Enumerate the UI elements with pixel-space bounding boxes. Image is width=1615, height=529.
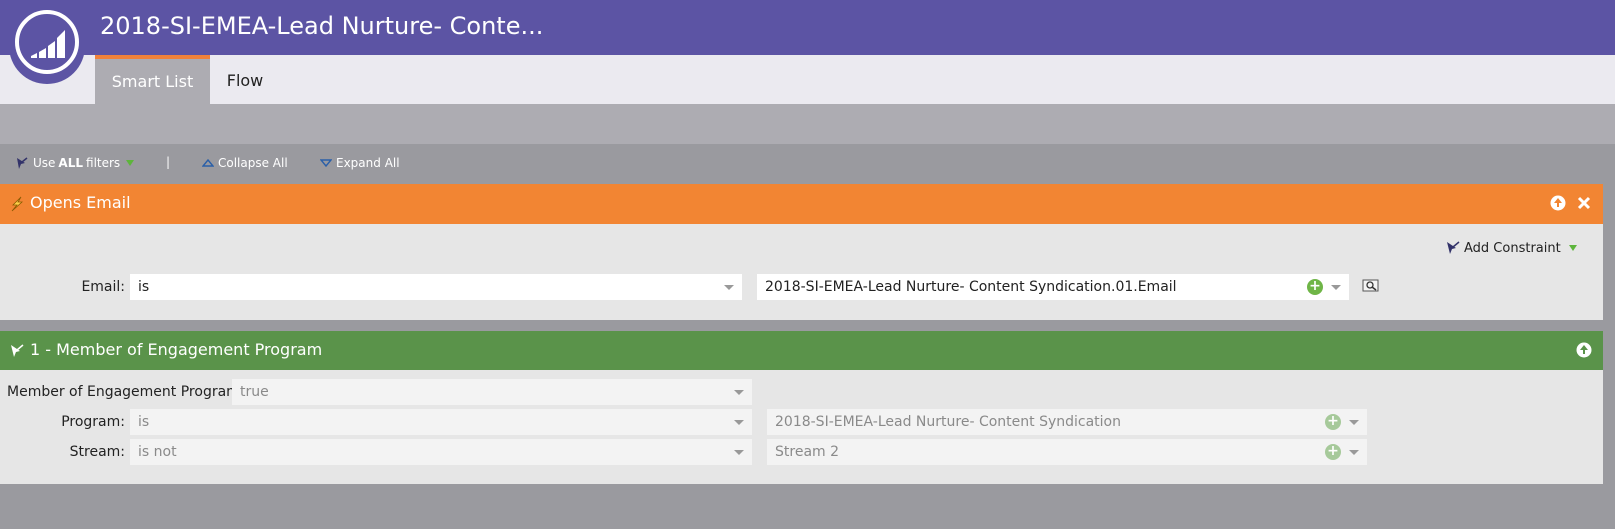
add-value-icon[interactable]: + — [1325, 444, 1341, 460]
stream-operator-select[interactable]: is not — [130, 439, 752, 465]
filter-toolbar: Use ALL filters | Collapse All Expand Al… — [0, 144, 1615, 184]
email-label: Email: — [81, 279, 125, 295]
logo-circle — [15, 10, 79, 74]
email-operator-select[interactable]: is — [130, 274, 742, 300]
filter-title: Opens Email — [30, 193, 131, 212]
chevron-down-icon — [734, 420, 744, 425]
member-label: Member of Engagement Program: — [7, 384, 245, 400]
move-up-icon[interactable] — [1550, 195, 1566, 211]
add-value-icon[interactable]: + — [1325, 414, 1341, 430]
chevron-down-icon — [734, 390, 744, 395]
green-down-arrow-icon — [1568, 245, 1577, 251]
trigger-bolt-icon — [11, 196, 24, 212]
app-header: 2018-SI-EMEA-Lead Nurture- Conte... — [0, 0, 1615, 55]
gray-band — [0, 104, 1615, 144]
filter-body-opens-email — [0, 224, 1603, 320]
member-operator-select[interactable]: true — [232, 379, 752, 405]
stream-operator-value: is not — [138, 444, 177, 460]
chevron-down-icon — [724, 285, 734, 290]
add-constraint-button[interactable]: Add Constraint — [1445, 240, 1578, 256]
marketo-logo[interactable] — [9, 0, 85, 84]
tab-flow[interactable]: Flow — [210, 55, 280, 104]
all-label: ALL — [58, 156, 84, 170]
filter-title: 1 - Member of Engagement Program — [30, 340, 323, 359]
bars-logo-icon — [31, 30, 65, 58]
email-value-select[interactable]: 2018-SI-EMEA-Lead Nurture- Content Syndi… — [757, 274, 1349, 300]
move-up-icon[interactable] — [1576, 342, 1592, 358]
stream-value-select[interactable]: Stream 2 + — [767, 439, 1367, 465]
program-operator-value: is — [138, 414, 150, 430]
chevron-down-icon — [1349, 450, 1359, 455]
email-value-text: 2018-SI-EMEA-Lead Nurture- Content Syndi… — [765, 279, 1177, 295]
chevron-down-icon — [734, 450, 744, 455]
member-operator-value: true — [240, 384, 269, 400]
use-label: Use — [33, 156, 56, 170]
expand-all-button[interactable]: Expand All — [320, 156, 400, 170]
toolbar-separator: | — [166, 155, 171, 169]
wand-icon — [1447, 241, 1460, 254]
program-value-select[interactable]: 2018-SI-EMEA-Lead Nurture- Content Syndi… — [767, 409, 1367, 435]
green-down-arrow-icon — [126, 160, 135, 166]
use-filters-dropdown[interactable]: Use ALL filters — [15, 156, 135, 170]
collapse-all-button[interactable]: Collapse All — [202, 156, 288, 170]
collapse-all-label: Collapse All — [218, 156, 288, 170]
filters-label: filters — [86, 156, 121, 170]
tab-bar: Smart List Flow — [0, 55, 1615, 104]
chevron-down-icon — [1349, 420, 1359, 425]
program-label: Program: — [61, 414, 125, 430]
program-value-text: 2018-SI-EMEA-Lead Nurture- Content Syndi… — [775, 414, 1121, 430]
add-value-icon[interactable]: + — [1307, 279, 1323, 295]
expand-all-label: Expand All — [336, 156, 400, 170]
filter-header-opens-email[interactable]: Opens Email — [0, 184, 1603, 224]
filter-funnel-icon — [17, 157, 28, 169]
filter-wand-icon — [11, 344, 24, 357]
lookup-icon[interactable] — [1362, 278, 1380, 294]
email-operator-value: is — [138, 279, 150, 295]
stream-value-text: Stream 2 — [775, 444, 840, 460]
add-constraint-label: Add Constraint — [1464, 240, 1561, 256]
tab-smart-list[interactable]: Smart List — [95, 55, 210, 104]
expand-triangle-icon — [320, 159, 332, 168]
program-title: 2018-SI-EMEA-Lead Nurture- Conte... — [100, 12, 544, 40]
chevron-down-icon — [1331, 285, 1341, 290]
filter-header-member-of-engagement-program[interactable]: 1 - Member of Engagement Program — [0, 331, 1603, 370]
close-icon[interactable] — [1576, 195, 1592, 211]
program-operator-select[interactable]: is — [130, 409, 752, 435]
stream-label: Stream: — [69, 444, 125, 460]
collapse-triangle-icon — [202, 158, 214, 167]
